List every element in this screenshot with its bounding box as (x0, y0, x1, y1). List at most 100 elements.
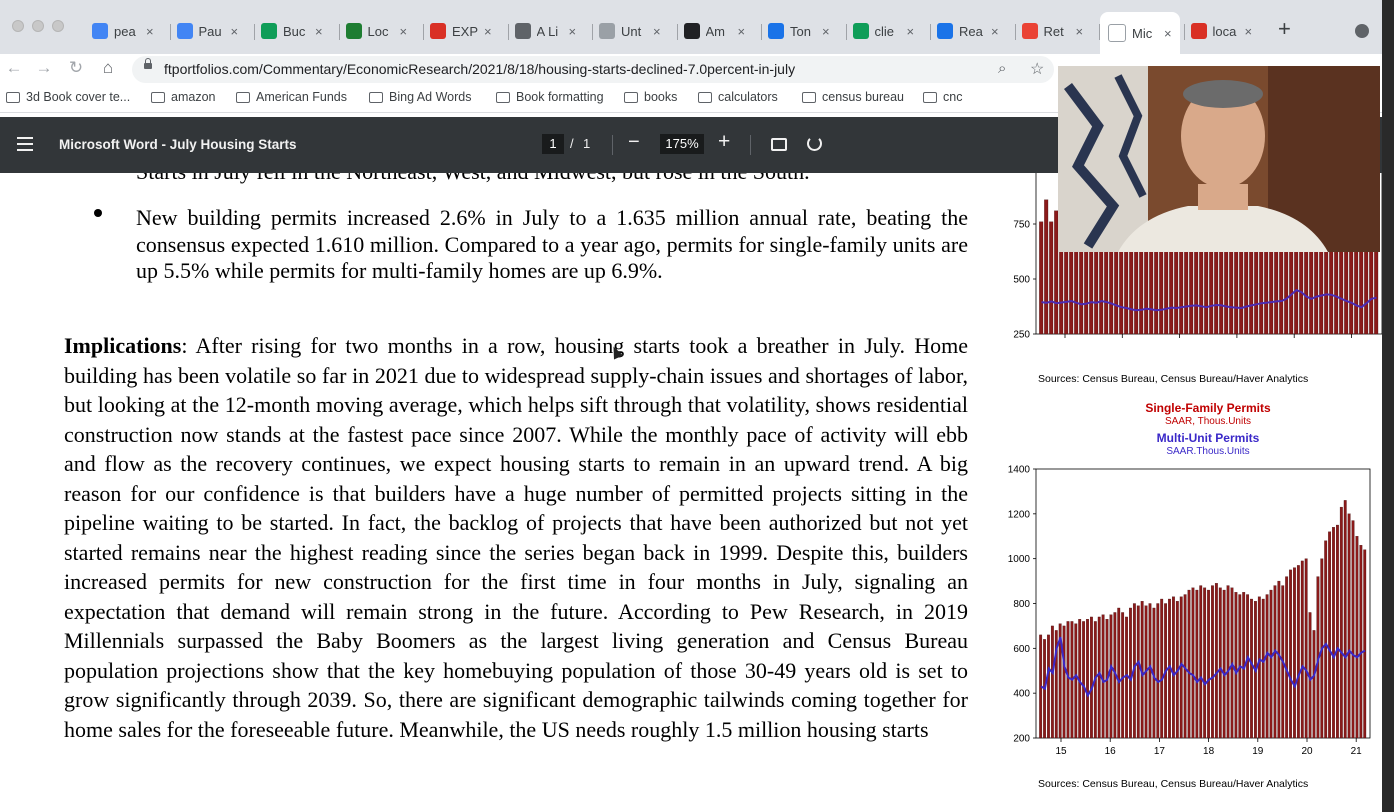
close-tab-icon[interactable]: × (484, 24, 492, 39)
circle-icon (768, 23, 784, 39)
zoom-level-input[interactable]: 175% (660, 134, 704, 154)
tab-separator (423, 24, 424, 40)
bar (1351, 520, 1355, 739)
bar (1199, 585, 1203, 739)
bar (1347, 513, 1351, 739)
home-icon[interactable]: ⌂ (96, 58, 120, 78)
close-tab-icon[interactable]: × (231, 24, 239, 39)
bookmark-item[interactable]: American Funds (236, 90, 347, 104)
pdf-page: Starts in July fell in the Northeast, We… (0, 173, 1394, 812)
page-number-input[interactable]: 1 (542, 134, 564, 154)
tab-title: Am (705, 23, 726, 39)
close-tab-icon[interactable]: × (653, 24, 661, 39)
bookmark-star-icon[interactable]: ☆ (1030, 59, 1044, 79)
new-tab-button[interactable]: + (1278, 16, 1291, 42)
bookmark-item[interactable]: census bureau (802, 90, 904, 104)
document-title: Microsoft Word - July Housing Starts (59, 137, 297, 152)
tab-13[interactable]: loca × (1190, 18, 1253, 44)
bar (1044, 199, 1049, 335)
bar (1300, 560, 1304, 739)
close-tab-icon[interactable]: × (146, 24, 154, 39)
zoom-magnifier-icon[interactable]: ⌕ (998, 60, 1006, 77)
docs-icon (92, 23, 108, 39)
bar (1047, 634, 1050, 739)
toolbar-divider (750, 135, 751, 155)
tab-9[interactable]: clie × (852, 18, 915, 44)
bookmark-item[interactable]: amazon (151, 90, 215, 104)
close-tab-icon[interactable]: × (400, 24, 408, 39)
close-tab-icon[interactable]: × (1164, 26, 1172, 41)
tab-8[interactable]: Ton × (768, 18, 830, 44)
bookmark-item[interactable]: Book formatting (496, 90, 604, 104)
close-tab-icon[interactable]: × (991, 24, 999, 39)
reload-icon[interactable]: ↻ (64, 58, 88, 78)
tab-1[interactable]: Pau × (176, 18, 239, 44)
bar (1214, 583, 1218, 739)
legend-title-multi-unit: Multi-Unit Permits (1156, 431, 1260, 445)
y-tick-label: 250 (1013, 330, 1030, 341)
minimize-window-button[interactable] (32, 20, 44, 32)
bar (1328, 531, 1332, 739)
tab-separator (930, 24, 931, 40)
bar (1125, 616, 1128, 739)
bar (1234, 592, 1238, 739)
bar (1191, 587, 1195, 739)
tab-6[interactable]: Unt × (599, 18, 661, 44)
bar (1324, 540, 1328, 739)
tab-0[interactable]: pea × (92, 18, 154, 44)
tab-separator (676, 24, 678, 40)
close-tab-icon[interactable]: × (1076, 24, 1084, 39)
x-tick-label: 17 (1117, 342, 1129, 343)
bar (1289, 569, 1292, 739)
bar (1187, 589, 1191, 739)
back-arrow-icon[interactable]: ← (2, 58, 26, 78)
bookmark-item[interactable]: calculators (698, 90, 778, 104)
tab-7[interactable]: Am × (683, 18, 746, 44)
x-tick-label: 21 (1346, 342, 1358, 343)
close-tab-icon[interactable]: × (907, 24, 915, 39)
bullet-icon (94, 209, 102, 217)
tab-search-icon[interactable] (1355, 24, 1369, 38)
bookmark-item[interactable]: books (624, 90, 677, 104)
close-tab-icon[interactable]: × (738, 24, 746, 39)
forward-arrow-icon[interactable]: → (32, 58, 56, 78)
tab-10[interactable]: Rea × (937, 18, 999, 44)
x-tick-label: 16 (1105, 746, 1117, 757)
folder-icon (236, 91, 250, 103)
tab-separator (507, 24, 509, 40)
address-bar[interactable]: ftportfolios.com/Commentary/EconomicRese… (132, 56, 1054, 83)
bookmark-item[interactable]: 3d Book cover te... (6, 90, 130, 104)
x-tick-label: 19 (1231, 342, 1243, 343)
tab-separator (592, 24, 593, 40)
maximize-window-button[interactable] (52, 20, 64, 32)
fit-to-page-icon[interactable] (771, 138, 787, 151)
zoom-out-icon[interactable]: − (628, 131, 640, 154)
bar (1117, 607, 1121, 739)
x-tick-label: 17 (1154, 746, 1166, 757)
legend-title-single-family: Single-Family Permits (1145, 401, 1271, 415)
tab-11[interactable]: Ret × (1021, 18, 1084, 44)
close-tab-icon[interactable]: × (569, 24, 577, 39)
rotate-icon[interactable] (807, 136, 822, 151)
tab-title: loca (1212, 23, 1237, 39)
hamburger-menu-icon[interactable] (17, 137, 33, 151)
tab-12[interactable]: Mic × (1100, 12, 1180, 54)
bar (1273, 585, 1277, 739)
zoom-in-icon[interactable]: + (718, 130, 730, 154)
close-window-button[interactable] (12, 20, 24, 32)
tab-2[interactable]: Buc × (261, 18, 323, 44)
bookmark-item[interactable]: cnc (923, 90, 962, 104)
x-tick-label: 15 (1055, 746, 1067, 757)
bookmark-item[interactable]: Bing Ad Words (369, 90, 471, 104)
tab-title: A Li (536, 23, 559, 39)
bar (1101, 614, 1105, 739)
bar (1332, 527, 1335, 739)
bar (1250, 598, 1253, 739)
close-tab-icon[interactable]: × (315, 24, 323, 39)
close-tab-icon[interactable]: × (1245, 24, 1253, 39)
tab-4[interactable]: EXP × (430, 18, 492, 44)
tab-3[interactable]: Loc × (345, 18, 408, 44)
folder-icon (802, 91, 816, 103)
tab-5[interactable]: A Li × (514, 18, 577, 44)
close-tab-icon[interactable]: × (822, 24, 830, 39)
